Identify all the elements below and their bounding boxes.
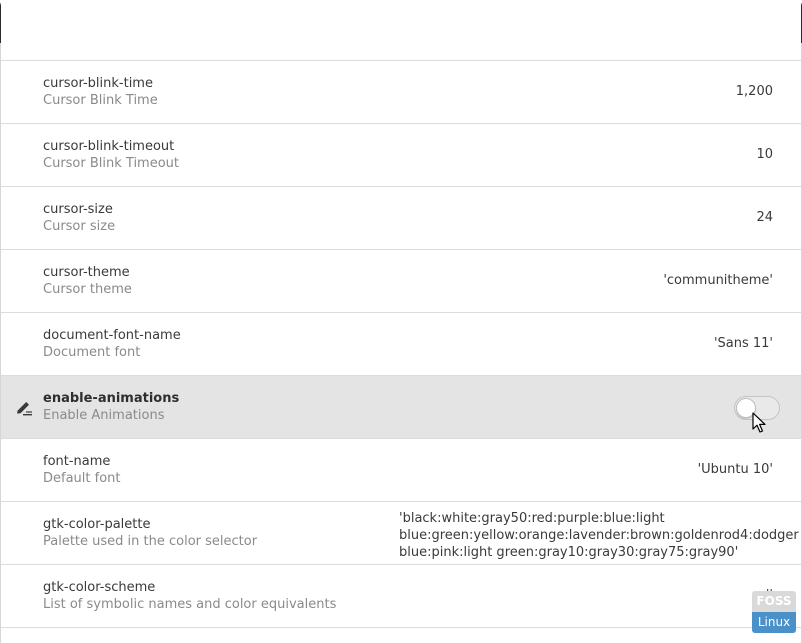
key-summary: List of symbolic names and color equival…	[43, 597, 337, 612]
key-value: 10	[756, 147, 773, 162]
mouse-cursor-icon	[752, 412, 766, 433]
key-name: cursor-blink-timeout	[43, 139, 175, 154]
list-item[interactable]: document-font-name Document font 'Sans 1…	[1, 313, 801, 376]
list-item[interactable]: font-name Default font 'Ubuntu 10'	[1, 439, 801, 502]
keys-list[interactable]: cursor-blink-time Cursor Blink Time 1,20…	[0, 0, 802, 643]
watermark-top: FOSS	[752, 591, 796, 612]
key-value: 'Ubuntu 10'	[697, 462, 773, 477]
value-line: blue:green:yellow:orange:lavender:brown:…	[399, 528, 799, 543]
list-item[interactable]: gtk-color-palette Palette used in the co…	[1, 502, 801, 565]
key-value: 'Sans 11'	[713, 336, 773, 351]
list-item[interactable]: cursor-blink-timeout Cursor Blink Timeou…	[1, 124, 801, 187]
value-line: blue:pink:light green:gray10:gray30:gray…	[399, 545, 739, 560]
key-name: gtk-color-scheme	[43, 580, 156, 595]
watermark-bottom: Linux	[752, 612, 796, 633]
key-summary: Cursor size	[43, 219, 116, 234]
key-name: gtk-color-palette	[43, 517, 151, 532]
key-name: font-name	[43, 454, 111, 469]
value-line: 'black:white:gray50:red:purple:blue:ligh…	[399, 511, 665, 526]
key-value: 'black:white:gray50:red:purple:blue:ligh…	[399, 510, 799, 561]
key-summary: Default font	[43, 471, 121, 486]
key-name: cursor-theme	[43, 265, 130, 280]
list-item[interactable]: cursor-size Cursor size 24	[1, 187, 801, 250]
key-summary: Cursor Blink Timeout	[43, 156, 180, 171]
key-value: 'communitheme'	[663, 273, 773, 288]
watermark-logo: FOSS Linux	[752, 591, 796, 633]
key-summary: Cursor Blink Time	[43, 93, 158, 108]
key-name: cursor-blink-time	[43, 76, 153, 91]
list-item[interactable]	[1, 0, 801, 61]
key-summary: Palette used in the color selector	[43, 534, 258, 549]
key-value: 1,200	[735, 84, 773, 99]
list-item[interactable]: cursor-theme Cursor theme 'communitheme'	[1, 250, 801, 313]
pencil-icon	[17, 402, 32, 416]
key-name: document-font-name	[43, 328, 181, 343]
list-item[interactable]: gtk-color-scheme List of symbolic names …	[1, 565, 801, 628]
key-summary: Cursor theme	[43, 282, 132, 297]
list-item-selected[interactable]: enable-animations Enable Animations	[1, 376, 801, 439]
list-item[interactable]: cursor-blink-time Cursor Blink Time 1,20…	[1, 61, 801, 124]
key-name: enable-animations	[43, 391, 180, 406]
key-summary: Document font	[43, 345, 141, 360]
key-name: cursor-size	[43, 202, 113, 217]
key-value: 24	[756, 210, 773, 225]
key-summary: Enable Animations	[43, 408, 165, 423]
